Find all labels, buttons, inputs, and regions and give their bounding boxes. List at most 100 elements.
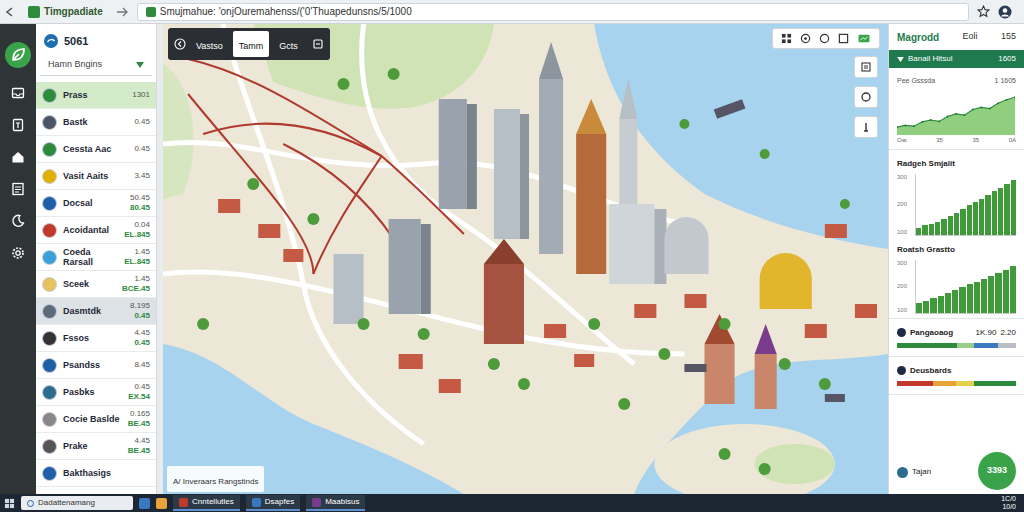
taskbar-app[interactable]: Dsapfes: [246, 495, 300, 511]
item-value: 1.45: [134, 247, 150, 257]
rotate-button[interactable]: [854, 86, 878, 108]
taskbar-app[interactable]: Maabisus: [306, 495, 365, 511]
map-tab[interactable]: Tamm: [233, 31, 270, 57]
list-item[interactable]: Prake4.45BE.45: [36, 433, 156, 460]
item-value: 8.45: [134, 360, 150, 370]
list-item[interactable]: Sceek1.45BCE.45: [36, 271, 156, 298]
meter-2-label: Deusbards: [910, 365, 951, 377]
item-subvalue: BE.45: [128, 446, 150, 456]
list-item[interactable]: Prass1301: [36, 82, 156, 109]
target-icon[interactable]: [800, 33, 811, 44]
address-bar[interactable]: Smujmahue: 'onjOuremahenss/('0'Thuapedun…: [137, 3, 969, 21]
area-point: [913, 125, 915, 127]
info-button[interactable]: [854, 116, 878, 138]
list-item[interactable]: Vasit Aaits3.45: [36, 163, 156, 190]
list-item[interactable]: Dasmtdk8.1950.45: [36, 298, 156, 325]
item-subvalue: BE.45: [128, 419, 150, 429]
home-icon[interactable]: [11, 150, 25, 164]
panel-header-item[interactable]: Magrodd: [897, 30, 939, 45]
clock-time: 1C/0: [1001, 495, 1016, 503]
item-name: Docsal: [63, 198, 124, 208]
list-item[interactable]: Cocie Baslde0.165BE.45: [36, 406, 156, 433]
item-name: Coeda Rarsall: [63, 247, 118, 267]
list-item[interactable]: Acoidantal0.04EL.845: [36, 217, 156, 244]
item-icon: [42, 412, 57, 427]
map-tab[interactable]: Vastso: [190, 31, 229, 57]
bar: [922, 225, 927, 235]
back-icon[interactable]: [174, 38, 186, 50]
grid-icon[interactable]: [781, 33, 792, 44]
list-item[interactable]: Cessta Aac0.45: [36, 136, 156, 163]
filter-dropdown[interactable]: Hamn Bngins: [40, 54, 152, 76]
list-item[interactable]: Fssos4.450.45: [36, 325, 156, 352]
moon-icon[interactable]: [11, 214, 25, 228]
area-chart-label: Pee Gsssda: [897, 76, 935, 87]
item-subvalue: EX.54: [128, 392, 150, 402]
bar: [960, 209, 965, 235]
start-icon[interactable]: [4, 498, 15, 509]
list-item[interactable]: Docsal50.4580.45: [36, 190, 156, 217]
bar: [1004, 184, 1009, 235]
layers-icon[interactable]: [312, 38, 324, 50]
bar: [923, 301, 929, 313]
star-icon[interactable]: [977, 5, 990, 18]
item-icon: [42, 169, 57, 184]
map-layer-icon[interactable]: [857, 33, 871, 44]
back-arrow-icon[interactable]: [4, 6, 16, 18]
tab-title: Timgpadiate: [44, 4, 103, 19]
panel-header: MagroddEoli155: [889, 24, 1024, 50]
bar-area: [915, 174, 1016, 236]
map-caption-box: A/ Inveraars Rangstinds: [167, 466, 264, 492]
area-point: [897, 126, 898, 128]
inbox-icon[interactable]: [11, 86, 25, 100]
list-item[interactable]: Pasbks0.45EX.54: [36, 379, 156, 406]
map-caption: A/ Inveraars Rangstinds: [173, 477, 258, 486]
list-item[interactable]: Psandss8.45: [36, 352, 156, 379]
menu-button[interactable]: [854, 56, 878, 78]
dropdown-caret-icon: [136, 62, 144, 68]
app-pin-icon[interactable]: [139, 498, 150, 509]
bar-chart-1: Radgeh Smjalit300200100: [889, 150, 1024, 240]
list-item-body: Cessta Aac0.45: [36, 136, 156, 162]
bar: [959, 287, 965, 312]
taskbar-app[interactable]: Cnntellutles: [173, 495, 240, 511]
settings-icon[interactable]: [11, 246, 25, 260]
taskbar-search[interactable]: Dadattenamang: [21, 496, 133, 510]
list-item[interactable]: Bakthasigs: [36, 460, 156, 487]
folder-icon[interactable]: [156, 498, 167, 509]
item-value: 3.45: [134, 171, 150, 181]
map-tab[interactable]: Gcts: [273, 31, 304, 57]
map-toolbar: VastsoTammGcts: [168, 28, 330, 60]
x-tick: Oat: [897, 136, 907, 145]
item-icon: [42, 115, 57, 130]
item-icon: [42, 250, 57, 265]
clock[interactable]: 1C/0 10/0: [1001, 495, 1020, 511]
area-point: [947, 115, 949, 117]
list-item[interactable]: Bastk0.45: [36, 109, 156, 136]
square-icon[interactable]: [838, 33, 849, 44]
item-subvalue: 0.45: [134, 311, 150, 321]
area-point: [964, 114, 966, 116]
bar: [941, 219, 946, 235]
list-icon[interactable]: [11, 182, 25, 196]
bar: [992, 191, 997, 234]
search-text: Dadattenamang: [38, 497, 95, 509]
document-icon[interactable]: [11, 118, 25, 132]
footer-badge[interactable]: 3393: [978, 452, 1016, 490]
y-tick: 200: [897, 201, 911, 208]
app-logo-icon[interactable]: [5, 42, 31, 68]
area-point: [1006, 98, 1008, 100]
map-view[interactable]: VastsoTammGcts: [163, 24, 888, 494]
list-item-body: Sceek1.45BCE.45: [36, 271, 156, 297]
item-icon: [42, 142, 57, 157]
forward-arrow-icon[interactable]: [115, 6, 129, 18]
item-icon: [42, 223, 57, 238]
list-item[interactable]: Coeda Rarsall1.45EL.845: [36, 244, 156, 271]
city-map-picture[interactable]: [163, 24, 888, 494]
item-icon: [42, 385, 57, 400]
browser-tab[interactable]: Timgpadiate: [24, 4, 107, 19]
item-icon: [42, 88, 57, 103]
profile-icon[interactable]: [998, 5, 1012, 19]
item-value: 1.45: [134, 274, 150, 284]
circle-icon[interactable]: [819, 33, 830, 44]
